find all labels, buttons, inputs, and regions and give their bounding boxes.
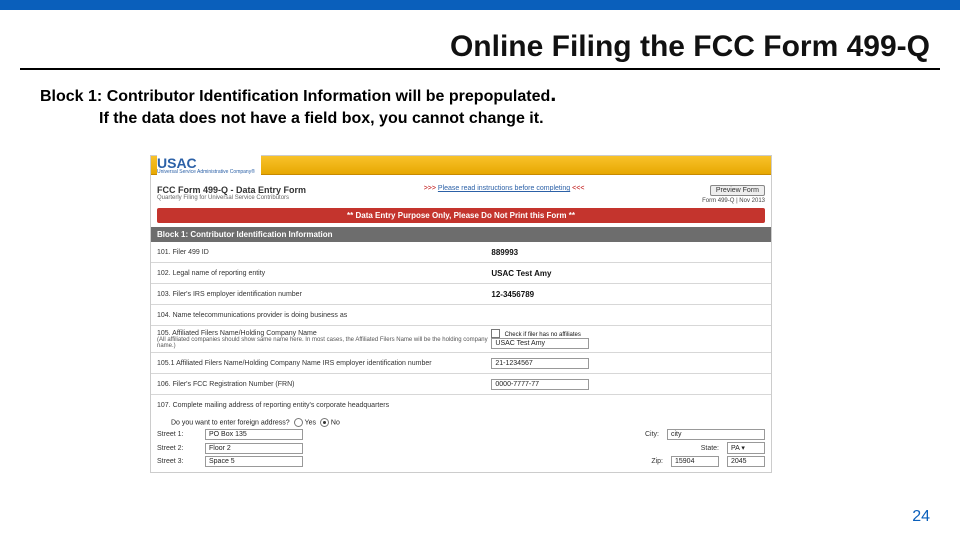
- zip-label: Zip:: [635, 458, 663, 465]
- value-103: 12-3456789: [491, 290, 765, 299]
- block-label: Block 1:: [40, 88, 102, 105]
- affiliated-name-input[interactable]: USAC Test Amy: [491, 338, 589, 349]
- form-title-left: FCC Form 499-Q - Data Entry Form Quarter…: [157, 185, 306, 204]
- usac-logo: USAC Universal Service Administrative Co…: [157, 154, 261, 175]
- body-text: Block 1: Contributor Identification Info…: [0, 80, 960, 129]
- foreign-address-question: Do you want to enter foreign address? Ye…: [151, 415, 771, 428]
- value-102: USAC Test Amy: [491, 269, 765, 278]
- red-banner: ** Data Entry Purpose Only, Please Do No…: [157, 208, 765, 223]
- state-select[interactable]: PA ▾: [727, 442, 765, 454]
- embedded-form: USAC Universal Service Administrative Co…: [150, 155, 772, 473]
- city-label: City:: [631, 431, 659, 438]
- body-line1: Contributor Identification Information w…: [102, 88, 550, 105]
- street3-input[interactable]: Space 5: [205, 456, 303, 467]
- form-gold-bar: USAC Universal Service Administrative Co…: [151, 156, 771, 175]
- label-102: 102. Legal name of reporting entity: [157, 270, 491, 277]
- zip-input[interactable]: 15904: [671, 456, 719, 467]
- street1-label: Street 1:: [157, 431, 197, 438]
- state-label: State:: [691, 445, 719, 452]
- slide-title: Online Filing the FCC Form 499-Q: [0, 10, 960, 68]
- label-105: 105. Affiliated Filers Name/Holding Comp…: [157, 330, 491, 349]
- no-affiliates-checkbox[interactable]: [491, 329, 500, 338]
- affiliated-ein-input[interactable]: 21-1234567: [491, 358, 589, 369]
- label-106: 106. Filer's FCC Registration Number (FR…: [157, 381, 491, 388]
- value-101: 889993: [491, 248, 765, 257]
- page-number: 24: [912, 508, 930, 526]
- instructions-link[interactable]: Please read instructions before completi…: [438, 185, 570, 192]
- foreign-yes-radio[interactable]: [294, 418, 303, 427]
- label-107: 107. Complete mailing address of reporti…: [157, 402, 765, 409]
- city-input[interactable]: city: [667, 429, 765, 440]
- body-line2: If the data does not have a field box, y…: [99, 108, 920, 130]
- street2-label: Street 2:: [157, 445, 197, 452]
- value-105: Check if filer has no affiliates USAC Te…: [491, 329, 765, 349]
- label-104: 104. Name telecommunications provider is…: [157, 312, 491, 319]
- label-101: 101. Filer 499 ID: [157, 249, 491, 256]
- block-header: Block 1: Contributor Identification Info…: [151, 227, 771, 242]
- frn-input[interactable]: 0000-7777-77: [491, 379, 589, 390]
- title-underline: [20, 68, 940, 70]
- street1-input[interactable]: PO Box 135: [205, 429, 303, 440]
- street3-label: Street 3:: [157, 458, 197, 465]
- preview-form-button[interactable]: Preview Form: [710, 185, 765, 196]
- street2-input[interactable]: Floor 2: [205, 443, 303, 454]
- form-title-right: Preview Form Form 499-Q | Nov 2013: [702, 185, 765, 204]
- label-103: 103. Filer's IRS employer identification…: [157, 291, 491, 298]
- foreign-no-radio[interactable]: [320, 418, 329, 427]
- form-instructions: >>> Please read instructions before comp…: [306, 185, 702, 204]
- label-1051: 105.1 Affiliated Filers Name/Holding Com…: [157, 360, 491, 367]
- zip4-input[interactable]: 2045: [727, 456, 765, 467]
- form-stamp: Form 499-Q | Nov 2013: [702, 198, 765, 204]
- body-period: .: [550, 81, 556, 106]
- top-accent-bar: [0, 0, 960, 10]
